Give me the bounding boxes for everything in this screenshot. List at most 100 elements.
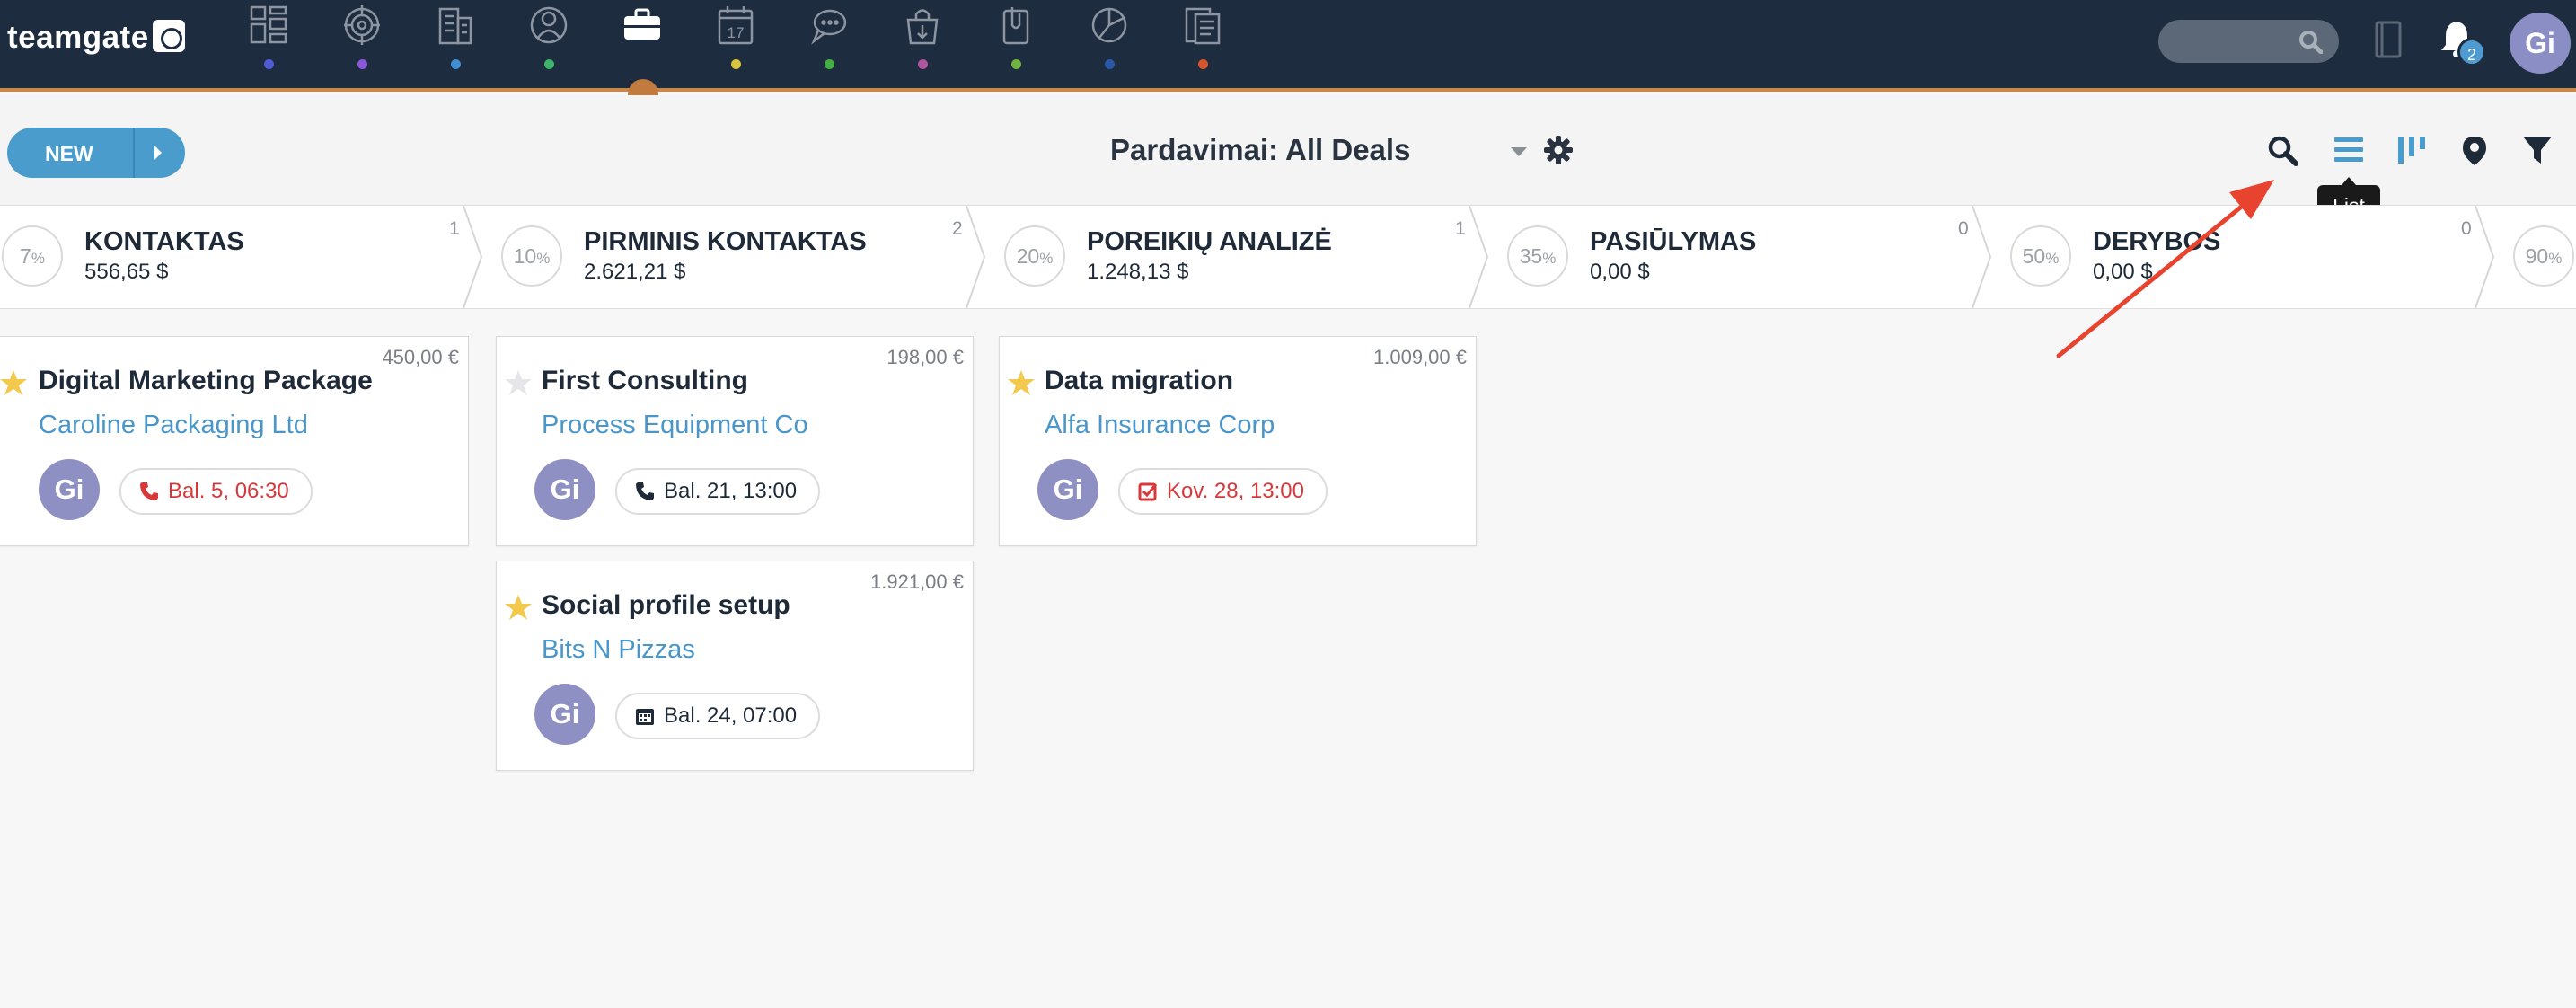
deal-activity-chip[interactable]: Bal. 5, 06:30 <box>119 468 313 515</box>
deal-company-link[interactable]: Alfa Insurance Corp <box>1045 411 1275 440</box>
stage-probability: 20% <box>1004 225 1065 287</box>
stage-probability: 50% <box>2010 225 2071 287</box>
logo-mark-icon <box>152 20 185 52</box>
stage-separator <box>2475 206 2495 308</box>
stage-percent-sign: % <box>1542 250 1557 267</box>
teamgate-logo[interactable]: teamgate <box>7 20 185 56</box>
stage-name: DERYBOS <box>2093 227 2221 256</box>
notifications-count-badge[interactable]: 2 <box>2457 38 2486 66</box>
phonebook-icon[interactable] <box>2374 20 2403 64</box>
deal-card[interactable]: 1.009,00 € Data migration Alfa Insurance… <box>999 336 1477 546</box>
stage-separator <box>966 206 986 308</box>
star-icon[interactable] <box>1007 369 1036 396</box>
stage-kontaktas[interactable]: 7% KONTAKTAS 556,65 $ 1 <box>2 206 469 308</box>
deal-card[interactable]: 198,00 € First Consulting Process Equipm… <box>496 336 974 546</box>
filter-icon[interactable] <box>2522 135 2553 170</box>
nav-dot <box>544 59 554 69</box>
stage-deal-count: 0 <box>2461 218 2472 239</box>
deal-value: 1.921,00 € <box>870 570 964 593</box>
stage-derybos[interactable]: 50% DERYBOS 0,00 $ 0 <box>2010 206 2477 308</box>
nav-deals[interactable] <box>614 4 668 83</box>
stage-pasiulymas[interactable]: 35% PASIŪLYMAS 0,00 $ 0 <box>1507 206 1974 308</box>
nav-calendar[interactable]: 17 <box>708 4 762 83</box>
deal-company-link[interactable]: Process Equipment Co <box>542 411 808 440</box>
stage-separator <box>1972 206 1992 308</box>
activity-date: Bal. 24, 07:00 <box>664 703 798 728</box>
stage-separator <box>463 206 483 308</box>
list-view-icon[interactable] <box>2333 135 2364 170</box>
stage-probability: 35% <box>1507 225 1568 287</box>
new-deal-button[interactable]: NEW <box>7 128 185 178</box>
nav-products[interactable] <box>895 4 948 83</box>
stage-percent-value: 90 <box>2525 244 2549 268</box>
nav-dot <box>825 59 834 69</box>
stage-amount: 2.621,21 $ <box>584 260 686 284</box>
map-pin-icon[interactable] <box>2461 135 2488 172</box>
deal-card[interactable]: 450,00 € Digital Marketing Package Carol… <box>0 336 469 546</box>
stage-percent-sign: % <box>2045 250 2060 267</box>
chevron-down-icon[interactable] <box>1511 147 1527 156</box>
calendar-icon <box>636 709 654 725</box>
deal-owner-avatar[interactable]: Gi <box>1037 459 1098 520</box>
stage-name: PIRMINIS KONTAKTAS <box>584 227 867 256</box>
nav-conversations[interactable] <box>801 4 855 83</box>
deal-company-link[interactable]: Bits N Pizzas <box>542 635 695 665</box>
deal-owner-avatar[interactable]: Gi <box>534 459 595 520</box>
building-icon <box>438 7 472 45</box>
stage-amount: 556,65 $ <box>84 260 169 284</box>
nav-files[interactable] <box>988 4 1042 83</box>
deal-owner-avatar[interactable]: Gi <box>39 459 100 520</box>
deal-company-link[interactable]: Caroline Packaging Ltd <box>39 411 308 440</box>
star-icon[interactable] <box>504 369 533 396</box>
deal-title[interactable]: Social profile setup <box>542 590 790 621</box>
pipeline-view-title[interactable]: Pardavimai: All Deals <box>1110 133 1410 167</box>
star-icon[interactable] <box>0 369 28 396</box>
stage-percent-sign: % <box>2548 250 2563 267</box>
nav-reports[interactable] <box>1081 4 1135 83</box>
logo-text: teamgate <box>7 20 149 55</box>
stage-deal-count: 2 <box>952 218 963 239</box>
deal-card[interactable]: 1.921,00 € Social profile setup Bits N P… <box>496 561 974 771</box>
nav-dot <box>1011 59 1021 69</box>
stage-deal-count: 1 <box>1455 218 1466 239</box>
stage-amount: 0,00 $ <box>1590 260 1650 284</box>
deal-title[interactable]: Digital Marketing Package <box>39 366 373 396</box>
deal-activity-chip[interactable]: Bal. 21, 13:00 <box>615 468 821 515</box>
stage-deal-count: 0 <box>1958 218 1969 239</box>
nav-dot <box>357 59 367 69</box>
deal-title[interactable]: First Consulting <box>542 366 748 396</box>
caret-right-icon[interactable] <box>154 146 162 160</box>
stage-next[interactable]: 90% <box>2513 206 2576 308</box>
pipeline-view-icon[interactable] <box>2396 135 2427 170</box>
star-icon[interactable] <box>504 594 533 621</box>
stage-percent-value: 10 <box>513 244 537 268</box>
deal-owner-avatar[interactable]: Gi <box>534 684 595 745</box>
nav-contacts[interactable] <box>521 4 575 83</box>
gear-icon[interactable] <box>1543 135 1574 170</box>
search-deals-icon[interactable] <box>2267 135 2299 172</box>
stage-pirminis-kontaktas[interactable]: 10% PIRMINIS KONTAKTAS 2.621,21 $ 2 <box>501 206 968 308</box>
user-avatar[interactable]: Gi <box>2510 13 2571 74</box>
phone-icon <box>140 482 158 500</box>
calendar-day-label: 17 <box>728 24 745 41</box>
nav-goals[interactable] <box>334 4 388 83</box>
deal-activity-chip[interactable]: Bal. 24, 07:00 <box>615 693 821 739</box>
deal-activity-chip[interactable]: Kov. 28, 13:00 <box>1118 468 1328 515</box>
dashboard-icon <box>250 5 287 44</box>
nav-dot <box>1198 59 1208 69</box>
deal-title[interactable]: Data migration <box>1045 366 1233 396</box>
bag-icon <box>906 9 939 45</box>
nav-dashboard[interactable] <box>241 4 295 83</box>
stage-probability: 10% <box>501 225 562 287</box>
deals-toolbar: NEW Pardavimai: All Deals <box>0 95 2576 205</box>
stage-amount: 1.248,13 $ <box>1087 260 1189 284</box>
stage-percent-value: 20 <box>1016 244 1040 268</box>
nav-dot <box>451 59 461 69</box>
stage-poreikiu-analize[interactable]: 20% POREIKIŲ ANALIZĖ 1.248,13 $ 1 <box>1004 206 1471 308</box>
nav-documents[interactable] <box>1175 4 1229 83</box>
stage-percent-sign: % <box>1039 250 1054 267</box>
nav-companies[interactable] <box>428 4 481 83</box>
stage-probability: 90% <box>2513 225 2574 287</box>
stage-amount: 0,00 $ <box>2093 260 2153 284</box>
global-search-input[interactable] <box>2158 20 2339 63</box>
